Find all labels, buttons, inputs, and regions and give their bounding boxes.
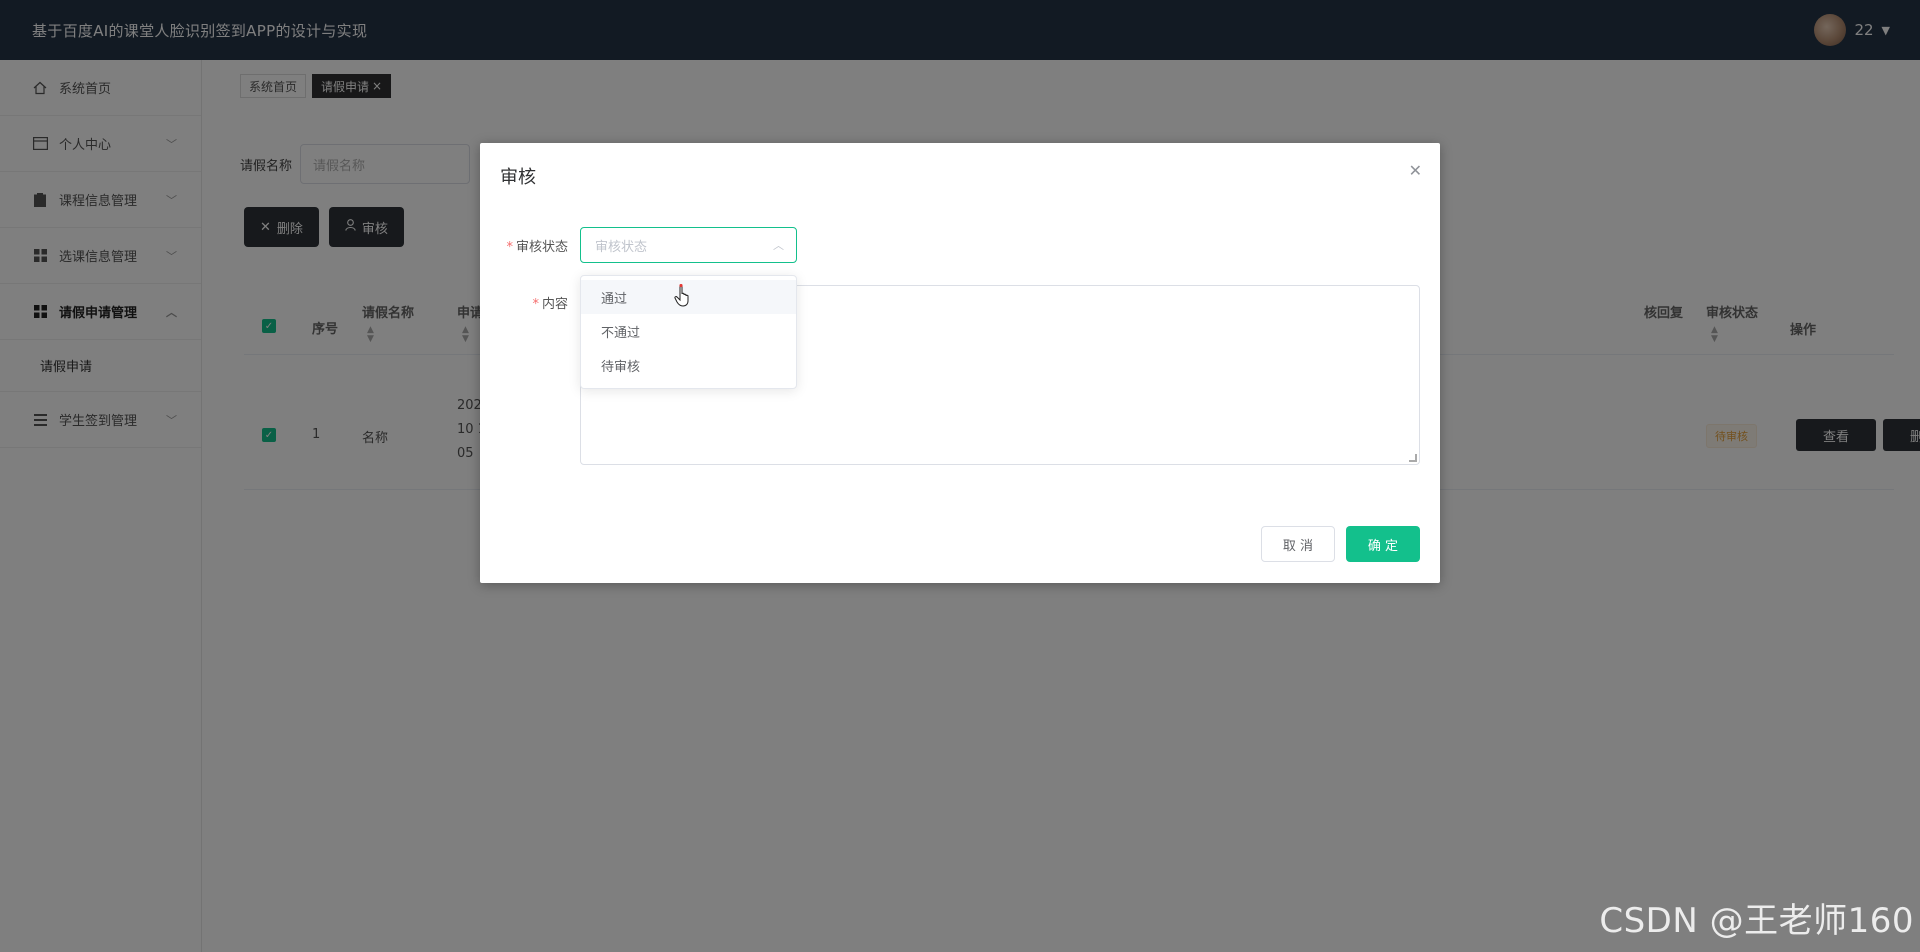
chevron-up-icon: ︿ — [773, 239, 784, 252]
dialog-title: 审核 — [500, 167, 536, 188]
option-pending[interactable]: 待审核 — [581, 348, 796, 382]
resize-handle[interactable] — [1409, 454, 1417, 462]
status-select[interactable]: 审核状态 ︿ — [580, 227, 797, 263]
content-field-label: * 内容 — [488, 293, 568, 312]
watermark: CSDN @王老师160 — [1599, 901, 1914, 941]
confirm-button[interactable]: 确 定 — [1346, 526, 1420, 562]
hand-cursor-icon — [674, 284, 689, 307]
status-field-label: * 审核状态 — [488, 236, 568, 255]
required-asterisk: * — [532, 297, 539, 312]
option-reject[interactable]: 不通过 — [581, 314, 796, 348]
content-label-text: 内容 — [541, 297, 568, 312]
cancel-button[interactable]: 取 消 — [1261, 526, 1335, 562]
close-icon[interactable]: ✕ — [1409, 161, 1422, 180]
status-label-text: 审核状态 — [515, 240, 568, 255]
status-select-placeholder: 审核状态 — [595, 239, 648, 255]
required-asterisk: * — [506, 240, 513, 255]
